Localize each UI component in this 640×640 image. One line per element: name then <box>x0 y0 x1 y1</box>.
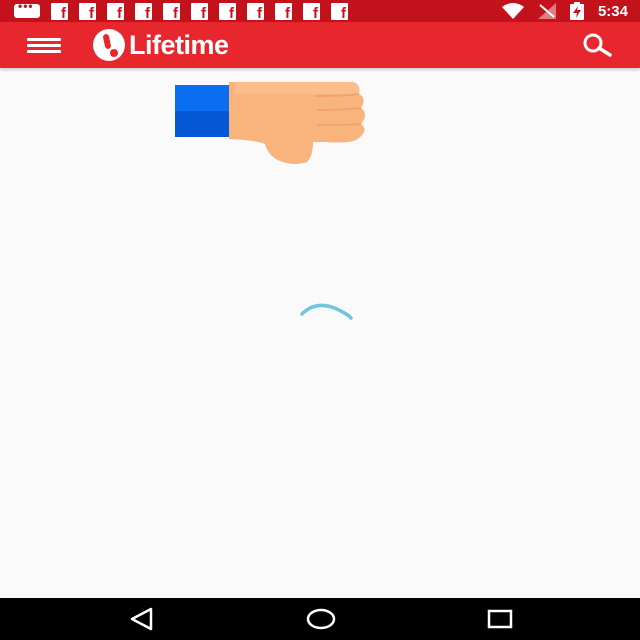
search-icon[interactable] <box>580 32 616 58</box>
facebook-icon: f <box>275 2 292 21</box>
battery-charging-icon <box>569 2 584 20</box>
home-icon[interactable] <box>305 606 337 632</box>
status-time: 5:34 <box>597 2 628 20</box>
wifi-icon <box>501 3 524 19</box>
hamburger-menu-icon[interactable] <box>27 38 61 54</box>
status-bar: f f f f f f f f f f f 5:34 <box>0 0 640 22</box>
facebook-icon: f <box>79 2 96 21</box>
message-icon <box>14 0 40 18</box>
facebook-icon: f <box>135 2 152 21</box>
facebook-icon: f <box>331 2 348 21</box>
content-area <box>0 68 640 598</box>
signal-off-icon <box>537 3 556 19</box>
recent-apps-icon[interactable] <box>486 606 514 632</box>
thumbs-down-icon[interactable] <box>175 82 370 166</box>
back-icon[interactable] <box>128 606 156 632</box>
lifetime-logo-mark <box>93 29 125 61</box>
facebook-icon: f <box>247 2 264 21</box>
facebook-icon: f <box>219 2 236 21</box>
spinner-icon <box>300 303 353 320</box>
facebook-icon: f <box>191 2 208 21</box>
navigation-bar <box>0 598 640 640</box>
notification-icons: f f f f f f f f f f f <box>14 0 348 21</box>
facebook-icon: f <box>107 2 124 21</box>
facebook-icon: f <box>303 2 320 21</box>
facebook-icon: f <box>51 2 68 21</box>
logo-text: Lifetime <box>129 29 229 60</box>
facebook-icon: f <box>163 2 180 21</box>
app-bar: Lifetime <box>0 22 640 68</box>
lifetime-logo[interactable]: Lifetime <box>93 28 229 62</box>
